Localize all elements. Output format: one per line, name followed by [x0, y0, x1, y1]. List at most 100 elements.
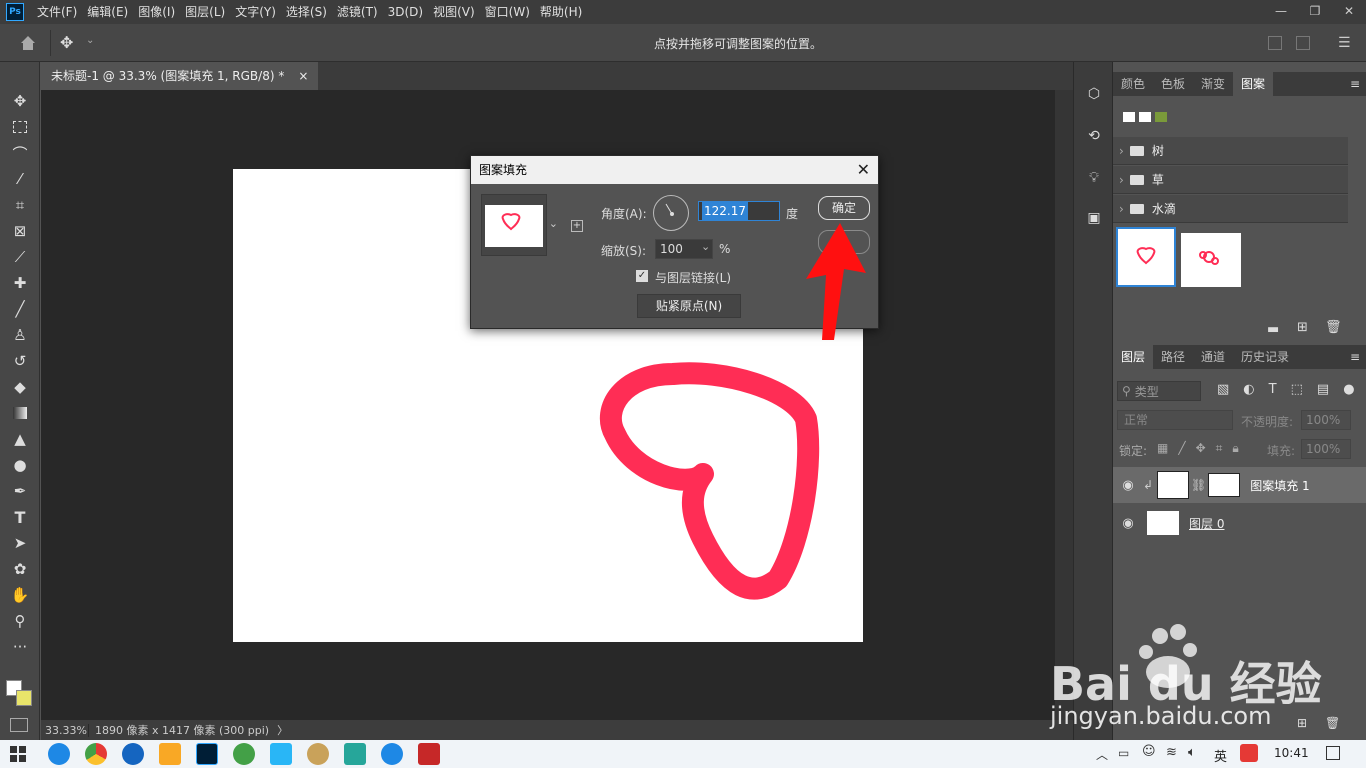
history-panel-icon[interactable]: ⟲: [1082, 124, 1106, 148]
tab-swatches[interactable]: 色板: [1153, 72, 1193, 96]
chevron-up-icon[interactable]: ︿: [1096, 746, 1108, 763]
zoom-tool-icon[interactable]: ⚲: [8, 610, 32, 632]
pattern-swatch-heart[interactable]: [1116, 227, 1176, 287]
move-tool-icon[interactable]: ✥: [8, 90, 32, 112]
layer-row-pattern-fill[interactable]: ◉ ↲ ⛓ 图案填充 1: [1113, 467, 1366, 503]
lock-artboard-icon[interactable]: ⌗: [1216, 441, 1223, 456]
pattern-picker[interactable]: ⌄: [481, 194, 558, 256]
tray-icon[interactable]: ▭: [1118, 746, 1129, 760]
tab-color[interactable]: 颜色: [1113, 72, 1153, 96]
menu-3d[interactable]: 3D(D): [383, 0, 428, 24]
workspace-icon[interactable]: [1296, 36, 1310, 50]
tab-patterns[interactable]: 图案: [1233, 72, 1274, 96]
media-player-icon[interactable]: [381, 743, 403, 765]
custom-shape-tool-icon[interactable]: ✿: [8, 558, 32, 580]
chevron-down-icon[interactable]: ⌄: [86, 35, 94, 46]
status-arrow-icon[interactable]: 〉: [277, 722, 288, 738]
link-checkbox[interactable]: ✓: [636, 270, 648, 282]
move-tool-preset-icon[interactable]: ✥: [60, 33, 82, 53]
properties-panel-icon[interactable]: ▣: [1082, 206, 1106, 230]
menu-edit[interactable]: 编辑(E): [82, 0, 133, 24]
menu-filter[interactable]: 滤镜(T): [332, 0, 383, 24]
new-group-icon[interactable]: ▬: [1267, 322, 1279, 337]
smart-object-filter-icon[interactable]: ▤: [1317, 382, 1329, 397]
tab-gradients[interactable]: 渐变: [1193, 72, 1233, 96]
lock-pixels-icon[interactable]: ╱: [1178, 441, 1185, 456]
healing-brush-tool-icon[interactable]: ✚: [8, 272, 32, 294]
panel-menu-icon[interactable]: ≡: [1350, 72, 1366, 96]
history-brush-tool-icon[interactable]: ↺: [8, 350, 32, 372]
recent-pattern-swatch[interactable]: [1155, 112, 1167, 122]
lock-position-icon[interactable]: ✥: [1196, 441, 1206, 456]
app-icon[interactable]: [270, 743, 292, 765]
windows-start-icon[interactable]: [10, 746, 26, 762]
pattern-folder-grass[interactable]: › 草: [1113, 166, 1348, 194]
frame-tool-icon[interactable]: ⊠: [8, 220, 32, 242]
snap-to-origin-button[interactable]: 贴紧原点(N): [637, 294, 741, 318]
angle-dial[interactable]: [653, 195, 689, 231]
adjustment-filter-icon[interactable]: ◐: [1243, 382, 1254, 397]
chevron-down-icon[interactable]: ⌄: [701, 240, 710, 253]
chevron-down-icon[interactable]: ⌄: [549, 217, 558, 230]
eraser-tool-icon[interactable]: ◆: [8, 376, 32, 398]
wps-sheet-icon[interactable]: [344, 743, 366, 765]
zoom-level[interactable]: 33.33%: [41, 723, 89, 737]
app-icon[interactable]: [307, 743, 329, 765]
type-filter-icon[interactable]: T: [1269, 382, 1277, 397]
menu-help[interactable]: 帮助(H): [535, 0, 587, 24]
layer-name[interactable]: 图案填充 1: [1250, 477, 1309, 494]
visibility-eye-icon[interactable]: ◉: [1113, 478, 1143, 493]
close-tab-icon[interactable]: ×: [298, 63, 308, 89]
layer-filter-select[interactable]: ⚲ 类型: [1117, 381, 1201, 401]
ie-icon[interactable]: [48, 743, 70, 765]
hand-tool-icon[interactable]: ✋: [8, 584, 32, 606]
browser-icon[interactable]: [122, 743, 144, 765]
tab-history[interactable]: 历史记录: [1233, 345, 1297, 369]
chrome-icon[interactable]: [85, 743, 107, 765]
lock-all-icon[interactable]: 🔒︎: [1232, 441, 1238, 456]
ime-indicator[interactable]: 英: [1214, 746, 1227, 765]
gradient-tool-icon[interactable]: [8, 402, 32, 424]
path-selection-tool-icon[interactable]: ➤: [8, 532, 32, 554]
panel-menu-icon[interactable]: ≡: [1350, 345, 1366, 369]
menu-window[interactable]: 窗口(W): [480, 0, 535, 24]
light-panel-icon[interactable]: 💡︎: [1082, 166, 1106, 190]
acrobat-icon[interactable]: [418, 743, 440, 765]
lock-transparent-icon[interactable]: ▦: [1157, 441, 1168, 456]
new-pattern-icon[interactable]: ⊞: [1297, 320, 1308, 335]
create-preset-icon[interactable]: +: [571, 220, 583, 232]
home-icon[interactable]: [18, 33, 38, 53]
file-explorer-icon[interactable]: [159, 743, 181, 765]
clock-time[interactable]: 10:41: [1274, 746, 1309, 760]
notification-icon[interactable]: [1326, 746, 1340, 760]
menu-select[interactable]: 选择(S): [281, 0, 332, 24]
stamp-tool-icon[interactable]: ♙: [8, 324, 32, 346]
dodge-tool-icon[interactable]: ●: [8, 454, 32, 476]
close-window-button[interactable]: ✕: [1332, 0, 1366, 24]
blend-mode-select[interactable]: 正常: [1117, 410, 1233, 430]
menu-file[interactable]: 文件(F): [32, 0, 82, 24]
ime-logo-icon[interactable]: [1240, 744, 1258, 762]
menu-layer[interactable]: 图层(L): [180, 0, 230, 24]
pattern-folder-water[interactable]: › 水滴: [1113, 195, 1348, 223]
menu-type[interactable]: 文字(Y): [230, 0, 281, 24]
filter-toggle-icon[interactable]: ●: [1343, 382, 1354, 397]
brush-tool-icon[interactable]: ╱: [8, 298, 32, 320]
tab-paths[interactable]: 路径: [1153, 345, 1193, 369]
layer-name[interactable]: 图层 0: [1189, 515, 1224, 532]
crop-tool-icon[interactable]: ⌗: [8, 194, 32, 216]
angle-input[interactable]: 122.17: [698, 201, 780, 221]
qq-icon[interactable]: ☺: [1142, 744, 1156, 759]
document-tab[interactable]: 未标题-1 @ 33.3% (图案填充 1, RGB/8) * ×: [41, 62, 319, 90]
share-icon[interactable]: ☰: [1338, 35, 1351, 51]
magic-wand-tool-icon[interactable]: ⁄: [8, 168, 32, 190]
wechat-icon[interactable]: [233, 743, 255, 765]
type-tool-icon[interactable]: T: [8, 506, 32, 528]
layer-mask-thumbnail[interactable]: [1208, 473, 1241, 497]
volume-icon[interactable]: 🔈︎: [1188, 745, 1196, 760]
visibility-eye-icon[interactable]: ◉: [1113, 516, 1143, 531]
recent-pattern-swatch[interactable]: [1123, 112, 1135, 122]
recent-pattern-swatch[interactable]: [1139, 112, 1151, 122]
menu-view[interactable]: 视图(V): [428, 0, 480, 24]
3d-panel-icon[interactable]: ⬡: [1082, 82, 1106, 106]
